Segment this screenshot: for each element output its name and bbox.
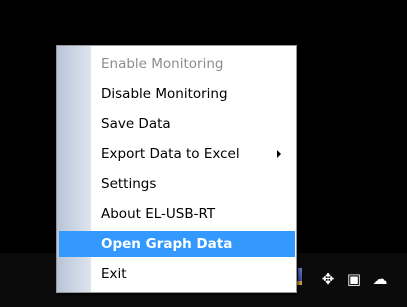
menu-item-enable-monitoring: Enable Monitoring bbox=[59, 51, 295, 77]
menu-item-save-data[interactable]: Save Data bbox=[59, 111, 295, 137]
submenu-arrow-icon bbox=[277, 150, 281, 158]
menu-item-label: About EL-USB-RT bbox=[101, 206, 216, 222]
menu-item-export-data-to-excel[interactable]: Export Data to Excel bbox=[59, 141, 295, 167]
context-menu: Enable Monitoring Disable Monitoring Sav… bbox=[56, 45, 297, 293]
menu-item-open-graph-data[interactable]: Open Graph Data bbox=[59, 231, 295, 257]
menu-item-label: Disable Monitoring bbox=[101, 86, 228, 102]
menu-item-label: Settings bbox=[101, 176, 157, 192]
menu-item-label: Enable Monitoring bbox=[101, 56, 224, 72]
app-icon[interactable] bbox=[297, 268, 302, 285]
menu-item-label: Open Graph Data bbox=[101, 236, 233, 252]
menu-item-exit[interactable]: Exit bbox=[59, 261, 295, 287]
menu-item-label: Exit bbox=[101, 266, 127, 282]
dropbox-icon[interactable]: ✥ bbox=[318, 269, 338, 289]
menu-item-label: Save Data bbox=[101, 116, 171, 132]
upload-cloud-icon[interactable]: ☁ bbox=[369, 269, 391, 289]
menu-item-settings[interactable]: Settings bbox=[59, 171, 295, 197]
network-icon[interactable]: ▣ bbox=[343, 269, 365, 289]
menu-item-about[interactable]: About EL-USB-RT bbox=[59, 201, 295, 227]
menu-item-label: Export Data to Excel bbox=[101, 146, 240, 162]
menu-item-disable-monitoring[interactable]: Disable Monitoring bbox=[59, 81, 295, 107]
